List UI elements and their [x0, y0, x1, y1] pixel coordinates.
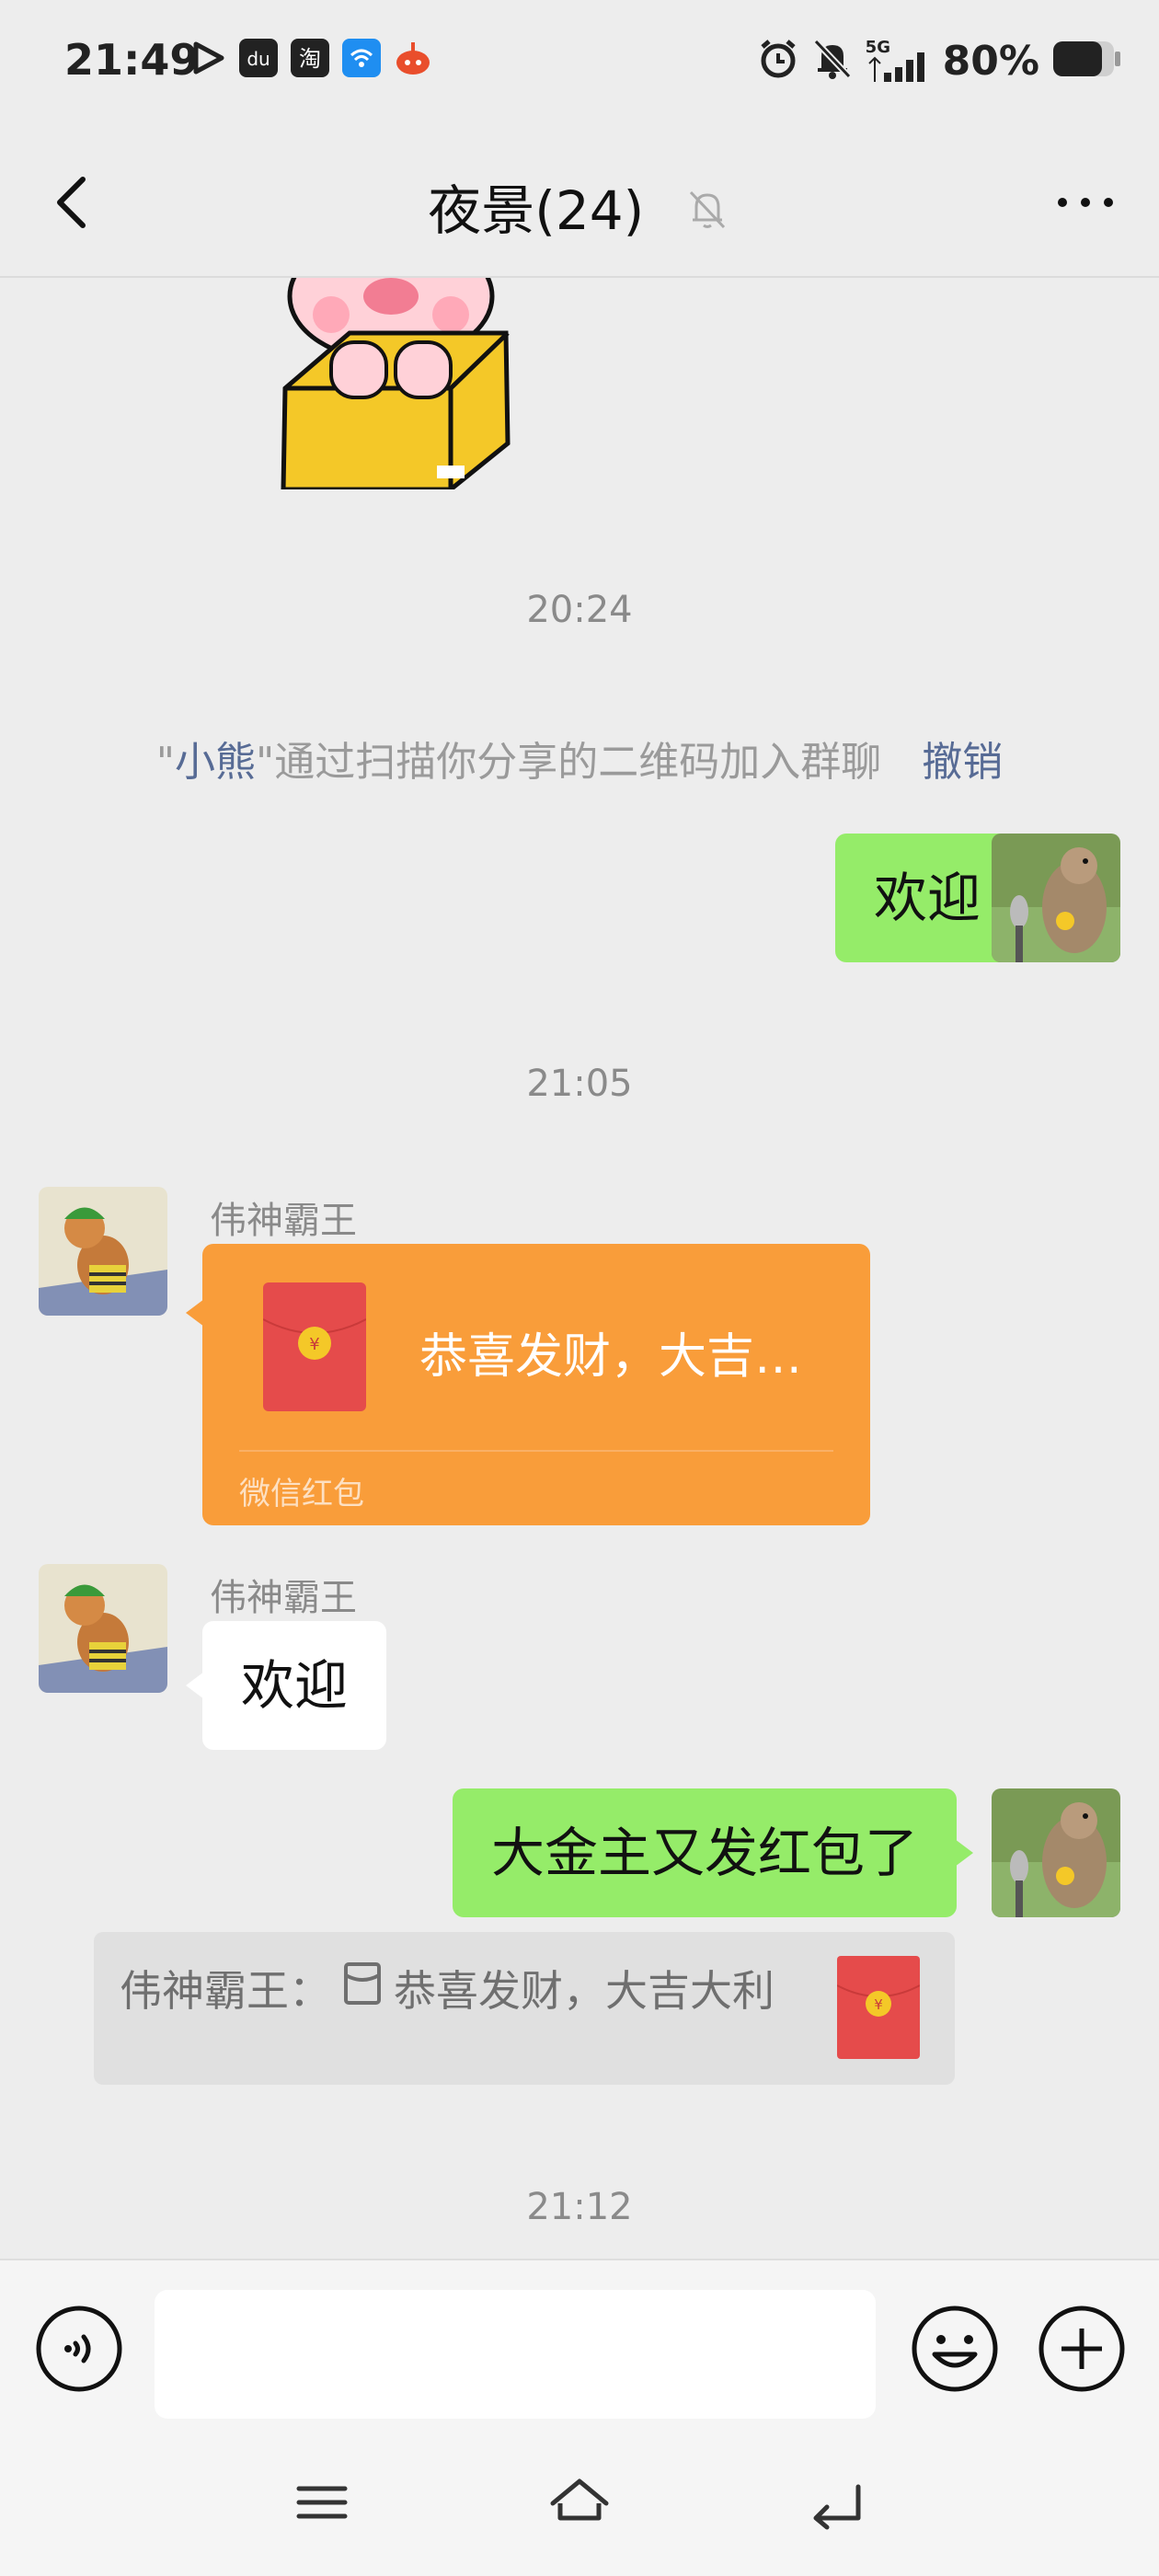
mute-icon	[683, 183, 731, 246]
sender-avatar-2[interactable]	[39, 1564, 167, 1693]
timestamp-3: 21:12	[526, 2186, 633, 2228]
joined-user-link[interactable]: 小熊	[175, 739, 256, 786]
system-join-notice: "小熊"通过扫描你分享的二维码加入群聊 撤销	[0, 729, 1159, 788]
input-bar	[0, 2259, 1159, 2435]
quoted-message[interactable]: 伟神霸王： 恭喜发财，大吉大利 ¥	[94, 1932, 955, 2085]
quote-content: 伟神霸王： 恭喜发财，大吉大利	[120, 1958, 775, 2018]
bubble-tail-icon	[955, 1839, 973, 1867]
app-icon-1: du	[239, 39, 278, 77]
my-message-bubble-2[interactable]: 大金主又发红包了	[452, 1788, 957, 1917]
emoji-icon	[912, 2306, 998, 2392]
my-avatar[interactable]	[992, 834, 1120, 962]
more-dots-icon	[1058, 198, 1113, 207]
quote-text: 恭喜发财，大吉大利	[394, 1966, 775, 2016]
squirrel-avatar-icon	[992, 834, 1120, 962]
home-icon	[550, 2478, 609, 2521]
jerry-avatar-icon	[39, 1564, 167, 1693]
alarm-icon	[757, 38, 799, 84]
taobao-app-icon: 淘	[291, 39, 329, 77]
notice-quote-open: "	[155, 739, 175, 786]
squirrel-avatar-icon	[992, 1788, 1120, 1917]
menu-nav-button[interactable]	[290, 2470, 354, 2535]
emoji-button[interactable]	[909, 2303, 1001, 2395]
more-options-button[interactable]	[1039, 166, 1131, 239]
quote-sender: 伟神霸王：	[120, 1966, 331, 2016]
timestamp-1: 20:24	[526, 589, 633, 631]
red-envelope-icon: ¥	[262, 1282, 367, 1411]
pig-sticker[interactable]	[267, 278, 515, 489]
bubble-tail-icon	[186, 1672, 204, 1699]
play-app-icon	[189, 39, 227, 77]
wifi-app-icon	[342, 39, 381, 77]
received-message-bubble[interactable]: 欢迎	[202, 1621, 387, 1750]
home-nav-button[interactable]	[547, 2470, 612, 2535]
menu-icon	[296, 2486, 348, 2519]
back-nav-button[interactable]	[805, 2470, 869, 2535]
quote-red-envelope-icon: ¥	[836, 1956, 921, 2059]
chat-header: 夜景(24)	[0, 129, 1159, 278]
svg-text:du: du	[247, 48, 270, 70]
status-icons: 5G 80%	[757, 33, 1122, 88]
red-packet-card[interactable]: ¥ 恭喜发财，大吉… 微信红包	[186, 1244, 870, 1525]
red-packet-title: 恭喜发财，大吉…	[419, 1329, 803, 1385]
reply-message-row: 欢迎	[186, 1621, 387, 1750]
svg-text:¥: ¥	[309, 1335, 319, 1354]
my-message-row-2: 大金主又发红包了	[452, 1788, 973, 1917]
notice-quote-close: "	[256, 739, 275, 786]
signal-icon: 5G	[866, 38, 930, 84]
sender-name-1: 伟神霸王	[210, 1200, 357, 1242]
red-packet-divider	[239, 1450, 833, 1452]
status-time: 21:49	[64, 35, 200, 85]
system-navigation-bar	[0, 2433, 1159, 2576]
more-functions-button[interactable]	[1036, 2303, 1128, 2395]
red-packet-label: 微信红包	[239, 1476, 364, 1512]
svg-text:¥: ¥	[874, 1996, 883, 2013]
chat-title: 夜景(24)	[0, 167, 1159, 246]
message-input[interactable]	[155, 2290, 876, 2419]
timestamp-2: 21:05	[526, 1063, 633, 1105]
svg-text:淘: 淘	[299, 46, 321, 72]
battery-icon	[1052, 40, 1122, 82]
sender-avatar[interactable]	[39, 1187, 167, 1316]
status-bar: 21:49 du 淘 5G 80%	[0, 0, 1159, 129]
voice-input-button[interactable]	[33, 2303, 125, 2395]
my-avatar-2[interactable]	[992, 1788, 1120, 1917]
battery-percentage: 80%	[942, 37, 1039, 85]
plus-icon	[1039, 2306, 1125, 2392]
voice-icon	[36, 2306, 122, 2392]
shop-app-icon	[394, 39, 432, 77]
sender-name-2: 伟神霸王	[210, 1577, 357, 1619]
notice-text: 通过扫描你分享的二维码加入群聊	[274, 739, 882, 786]
red-packet-small-icon	[342, 1961, 383, 2017]
jerry-avatar-icon	[39, 1187, 167, 1316]
mute-bell-icon	[812, 38, 853, 84]
group-name: 夜景(24)	[428, 179, 645, 242]
revoke-link[interactable]: 撤销	[922, 739, 1003, 786]
bubble-tail-icon	[186, 1299, 204, 1327]
back-nav-icon	[813, 2484, 861, 2530]
